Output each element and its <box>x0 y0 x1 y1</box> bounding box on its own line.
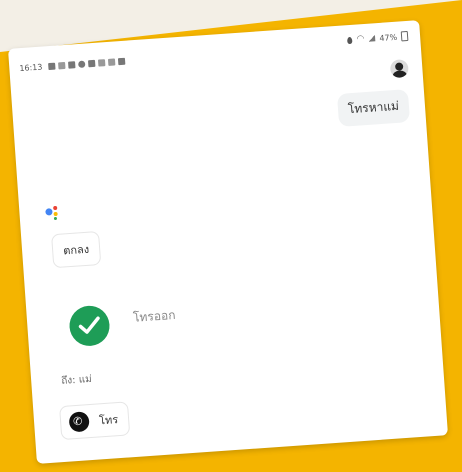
status-time: 16:13 <box>19 62 43 74</box>
battery-icon <box>400 30 409 42</box>
assistant-dot-yellow <box>53 211 58 217</box>
notification-icon <box>88 59 96 68</box>
user-message-bubble: โทรหาแม่ <box>336 89 411 127</box>
assistant-dot-red <box>53 205 58 211</box>
phone-screen: 16:13 ◠ 47% โทรหาแม่ ตกลง โทรออก ถึง: แม… <box>7 20 449 464</box>
assistant-reply-bubble: ตกลง <box>51 230 102 269</box>
phone-icon: ✆ <box>68 411 90 433</box>
status-right: ◠ 47% <box>347 30 409 45</box>
notification-icon <box>58 61 66 70</box>
assistant-dot-green <box>53 216 58 221</box>
notification-icon <box>117 57 126 66</box>
location-icon <box>347 36 353 44</box>
check-icon <box>68 304 111 348</box>
notification-icon <box>68 61 76 69</box>
assistant-dot-blue <box>45 208 53 216</box>
notification-icon <box>98 59 106 67</box>
wifi-icon: ◠ <box>356 34 365 45</box>
call-button[interactable]: ✆ โทร <box>59 401 131 441</box>
calling-card: โทรออก <box>56 281 358 348</box>
notification-icon <box>78 60 86 69</box>
notification-icon <box>48 62 56 71</box>
google-assistant-icon <box>45 205 64 224</box>
avatar[interactable] <box>389 59 409 79</box>
notification-icon <box>107 58 116 66</box>
signal-icon <box>368 35 376 42</box>
call-recipient: ถึง: แม่ <box>60 373 93 387</box>
battery-percent: 47% <box>379 32 398 43</box>
call-button-label: โทร <box>98 413 119 428</box>
calling-status: โทรออก <box>132 307 176 325</box>
status-left: 16:13 <box>19 57 126 74</box>
